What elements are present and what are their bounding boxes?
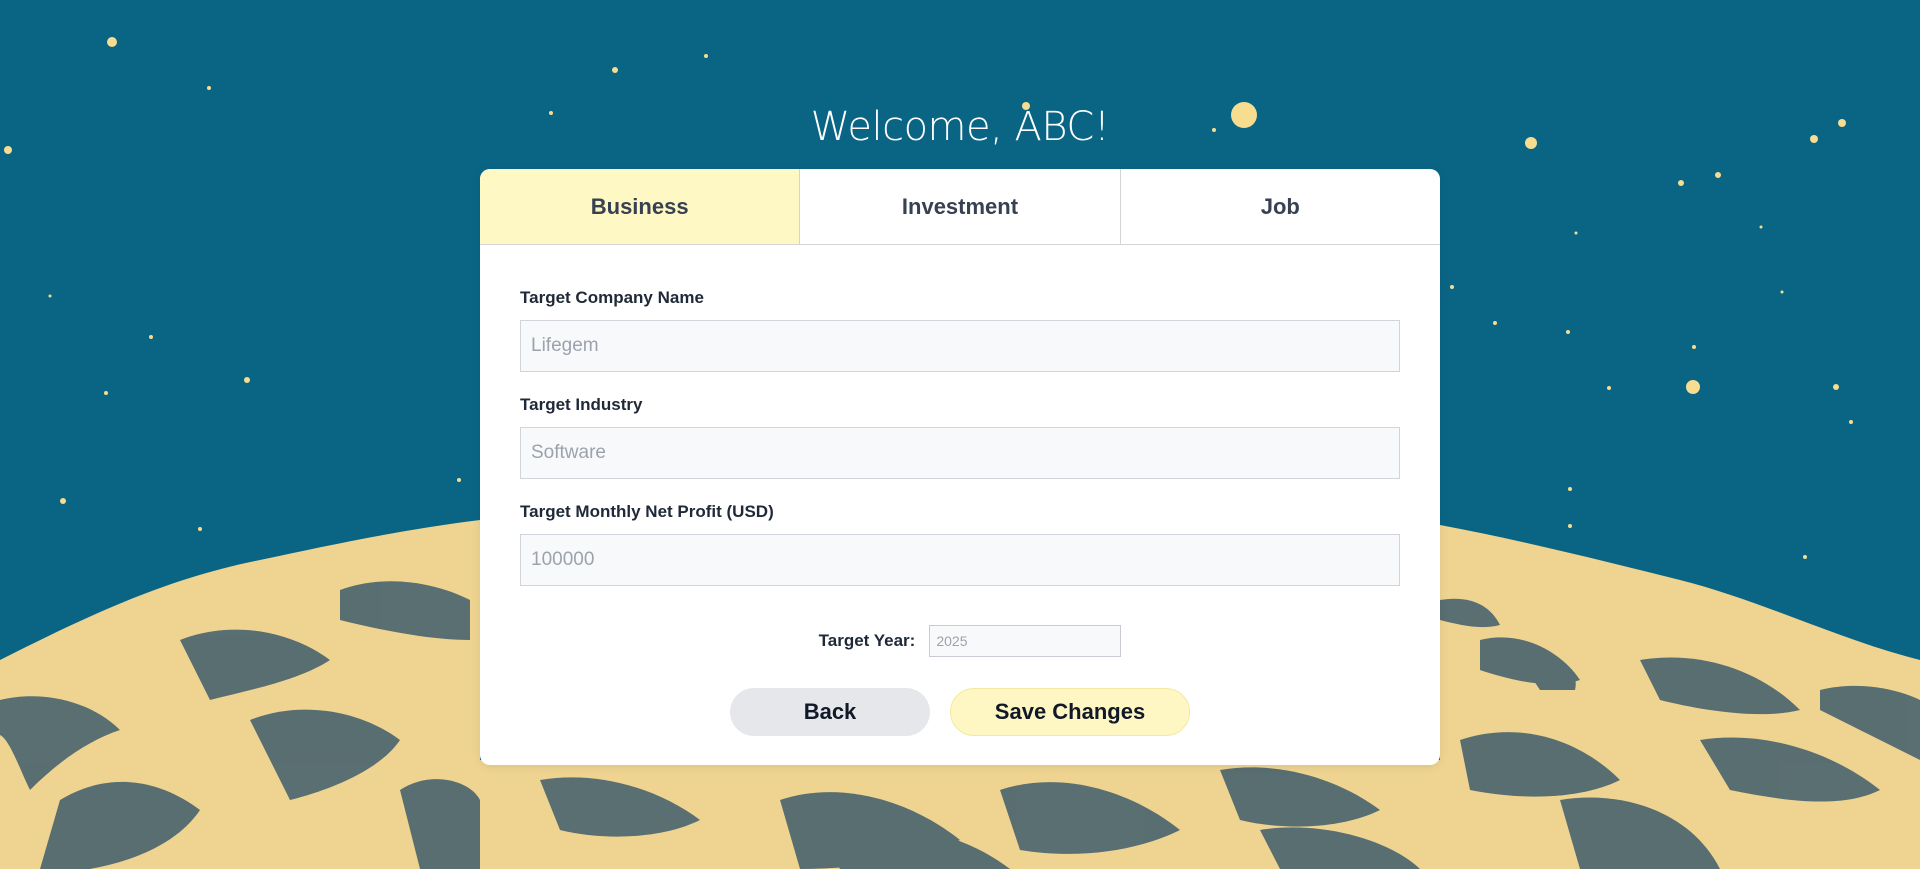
year-row: Target Year:: [480, 625, 1440, 657]
company-label: Target Company Name: [520, 288, 704, 307]
industry-label: Target Industry: [520, 395, 643, 414]
back-button[interactable]: Back: [730, 688, 930, 736]
profit-field-group: Target Monthly Net Profit (USD): [520, 479, 1400, 586]
company-name-input[interactable]: [520, 320, 1400, 372]
business-form: Target Company Name Target Industry Targ…: [480, 245, 1440, 586]
industry-input[interactable]: [520, 427, 1400, 479]
tab-investment[interactable]: Investment: [799, 169, 1119, 244]
settings-card: Business Investment Job Target Company N…: [480, 169, 1440, 765]
company-field-group: Target Company Name: [520, 245, 1400, 372]
welcome-heading: Welcome, ABC!: [810, 104, 1110, 150]
industry-field-group: Target Industry: [520, 372, 1400, 479]
tab-bar: Business Investment Job: [480, 169, 1440, 245]
year-label: Target Year:: [818, 631, 916, 650]
profit-label: Target Monthly Net Profit (USD): [520, 502, 774, 521]
target-year-input[interactable]: [929, 625, 1122, 657]
save-changes-button[interactable]: Save Changes: [950, 688, 1190, 736]
tab-business[interactable]: Business: [480, 169, 800, 244]
tab-job[interactable]: Job: [1119, 169, 1440, 244]
monthly-profit-input[interactable]: [520, 534, 1400, 586]
page: Welcome, ABC! Business Investment Job Ta…: [0, 0, 1920, 869]
action-buttons: Back Save Changes: [480, 688, 1440, 736]
